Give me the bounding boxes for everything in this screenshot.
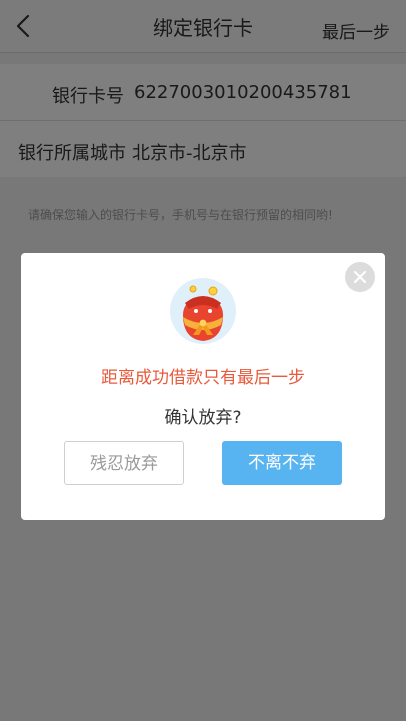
red-envelope-mascot-icon — [170, 278, 236, 344]
dialog-question: 确认放弃? — [164, 408, 242, 428]
close-button[interactable] — [345, 262, 375, 292]
close-icon — [353, 270, 367, 284]
bind-bank-card-page: 绑定银行卡 最后一步 银行卡号 6227003010200435781 银行所属… — [0, 0, 406, 721]
dialog-headline: 距离成功借款只有最后一步 — [101, 368, 305, 388]
confirm-dialog: 距离成功借款只有最后一步 确认放弃? 残忍放弃 不离不弃 — [21, 253, 385, 520]
stay-button[interactable]: 不离不弃 — [222, 441, 342, 485]
give-up-button[interactable]: 残忍放弃 — [64, 441, 184, 485]
